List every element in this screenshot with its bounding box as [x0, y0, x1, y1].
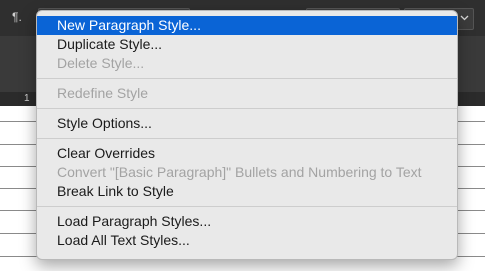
menu-item-clear-overrides[interactable]: Clear Overrides [37, 144, 457, 163]
paragraph-style-icon[interactable]: ¶. [12, 10, 22, 24]
ruler-mark: 1 [24, 93, 30, 104]
menu-separator [37, 78, 457, 79]
menu-item-break-link-to-style[interactable]: Break Link to Style [37, 182, 457, 201]
menu-item-style-options[interactable]: Style Options... [37, 114, 457, 133]
menu-item-convert-bullets: Convert "[Basic Paragraph]" Bullets and … [57, 164, 422, 180]
menu-item-redefine-style: Redefine Style [57, 85, 149, 101]
menu-item-delete-style: Delete Style... [57, 55, 145, 71]
paragraph-styles-context-menu: New Paragraph Style... Duplicate Style..… [36, 10, 458, 260]
menu-separator [37, 108, 457, 109]
menu-item-duplicate-style[interactable]: Duplicate Style... [37, 35, 457, 54]
menu-separator [37, 206, 457, 207]
chevron-down-icon [460, 13, 469, 22]
menu-item-new-paragraph-style[interactable]: New Paragraph Style... [37, 16, 457, 35]
menu-item-load-all-text-styles[interactable]: Load All Text Styles... [37, 231, 457, 250]
menu-separator [37, 138, 457, 139]
menu-item-load-paragraph-styles[interactable]: Load Paragraph Styles... [37, 212, 457, 231]
